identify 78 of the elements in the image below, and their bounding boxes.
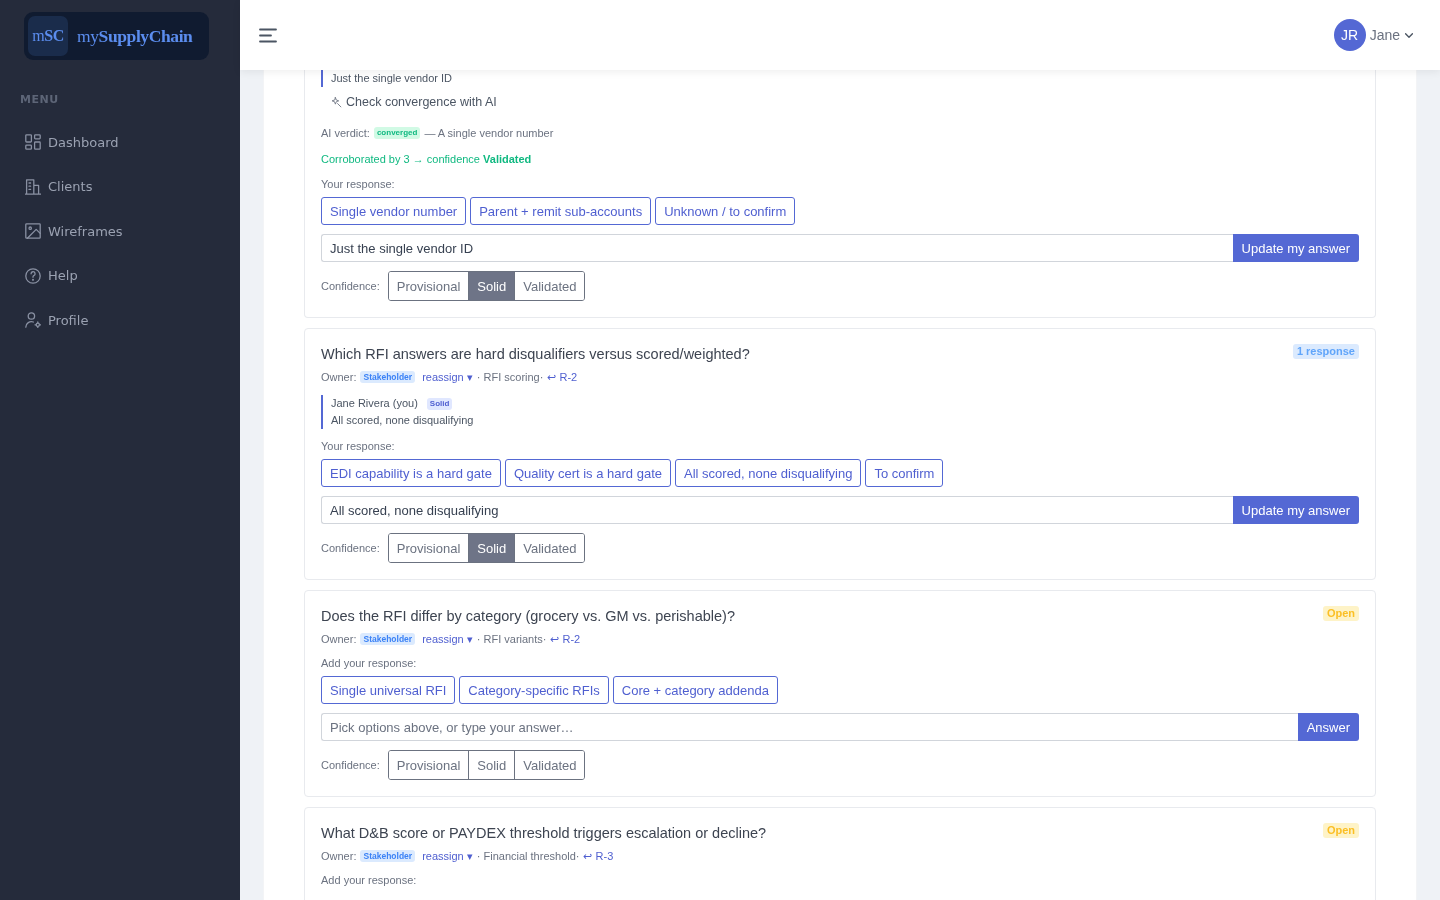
menu-heading: MENU [20,94,59,106]
owner-role-tag: Stakeholder [360,633,416,645]
option-button[interactable]: Quality cert is a hard gate [504,459,671,487]
response-label: Add your response: [321,656,417,670]
confidence-option[interactable]: Solid [468,534,515,562]
status-tag: 1 response [1292,344,1359,359]
owner-role-tag: Stakeholder [360,850,416,862]
owner-label: Owner: [321,849,357,863]
option-button[interactable]: Core + category addenda [612,676,778,704]
sparkle-icon [331,96,342,108]
corroboration-text: Corroborated by 3 → confidence Validated [321,152,532,166]
user-menu-button[interactable]: JR Jane [1333,19,1413,51]
verdict-tag: converged [373,127,421,139]
option-button[interactable]: All scored, none disqualifying [675,459,862,487]
confidence-option[interactable]: Validated [514,751,585,779]
option-button[interactable]: Single vendor number [321,197,467,225]
option-button[interactable]: Parent + remit sub-accounts [470,197,652,225]
chevron-down-icon [1405,32,1413,38]
sidebar-item[interactable]: Profile [0,298,240,343]
question-title: Which RFI answers are hard disqualifiers versus scored/weighted? [321,345,750,363]
check-convergence-button[interactable]: Check convergence with AI [329,93,499,111]
confidence-option[interactable]: Validated [514,534,585,562]
confidence-label: Confidence: [321,759,380,771]
image-icon [25,223,41,240]
user-avatar: JR [1333,19,1366,51]
option-button[interactable]: Single universal RFI [321,676,456,704]
owner-label: Owner: [321,370,357,384]
owner-label: Owner: [321,632,357,646]
topic-text: · RFI scoring· [476,370,544,384]
option-button[interactable]: To confirm [865,459,944,487]
reference-link[interactable]: ↩ R-2 [550,632,581,646]
confidence-option[interactable]: Validated [514,272,585,300]
confidence-label: Confidence: [321,542,380,554]
topic-text: · RFI variants· [476,632,547,646]
response-author: Jane Rivera (you) [331,396,418,411]
logo-wordmark: mySupplyChain [77,25,193,47]
logo-mark: mSC [28,16,68,56]
status-tag: Open [1322,823,1359,838]
answer-field[interactable]: Just the single vendor ID [321,234,1233,262]
confidence-option[interactable]: Solid [468,272,515,300]
status-tag: Open [1322,606,1359,621]
response-label: Add your response: [321,873,417,887]
menu-icon [259,27,277,43]
verdict-text: — A single vendor number [424,126,554,140]
question-title: Does the RFI differ by category (grocery vs. GM vs. perishable)? [321,607,735,625]
menu-button[interactable] [259,27,277,43]
confidence-label: Confidence: [321,280,380,292]
submit-answer-button[interactable]: Answer [1297,713,1359,741]
confidence-tag: Solid [426,397,453,410]
topic-text: · Financial threshold· [476,849,580,863]
sidebar-item[interactable]: Clients [0,164,240,209]
answer-field[interactable]: Pick options above, or type your answer… [321,713,1298,741]
dashboard-icon [25,134,41,151]
reference-link[interactable]: ↩ R-2 [547,370,578,384]
sidebar-item[interactable]: Help [0,253,240,298]
response-text: Just the single vendor ID [331,71,454,86]
response-text: All scored, none disqualifying [331,413,475,428]
option-button[interactable]: Category-specific RFIs [459,676,609,704]
reassign-link[interactable]: reassign ▾ [422,632,473,646]
sidebar-item[interactable]: Wireframes [0,209,240,254]
reassign-link[interactable]: reassign ▾ [422,370,473,384]
question-title: What D&B score or PAYDEX threshold triggers escalation or decline? [321,824,767,842]
reference-link[interactable]: ↩ R-3 [583,849,614,863]
help-icon [25,267,41,284]
verdict-label: AI verdict: [321,126,370,140]
submit-answer-button[interactable]: Update my answer [1232,234,1359,262]
option-button[interactable]: EDI capability is a hard gate [321,459,501,487]
option-button[interactable]: Unknown / to confirm [655,197,796,225]
reassign-link[interactable]: reassign ▾ [422,849,473,863]
brand-logo[interactable]: mSC mySupplyChain [24,12,209,60]
submit-answer-button[interactable]: Update my answer [1232,496,1359,524]
response-label: Your response: [321,177,395,191]
user-gear-icon [25,312,41,329]
owner-role-tag: Stakeholder [360,371,416,383]
response-label: Your response: [321,439,395,453]
answer-field[interactable]: All scored, none disqualifying [321,496,1233,524]
sidebar-item[interactable]: Dashboard [0,120,240,165]
building-icon [25,178,41,195]
